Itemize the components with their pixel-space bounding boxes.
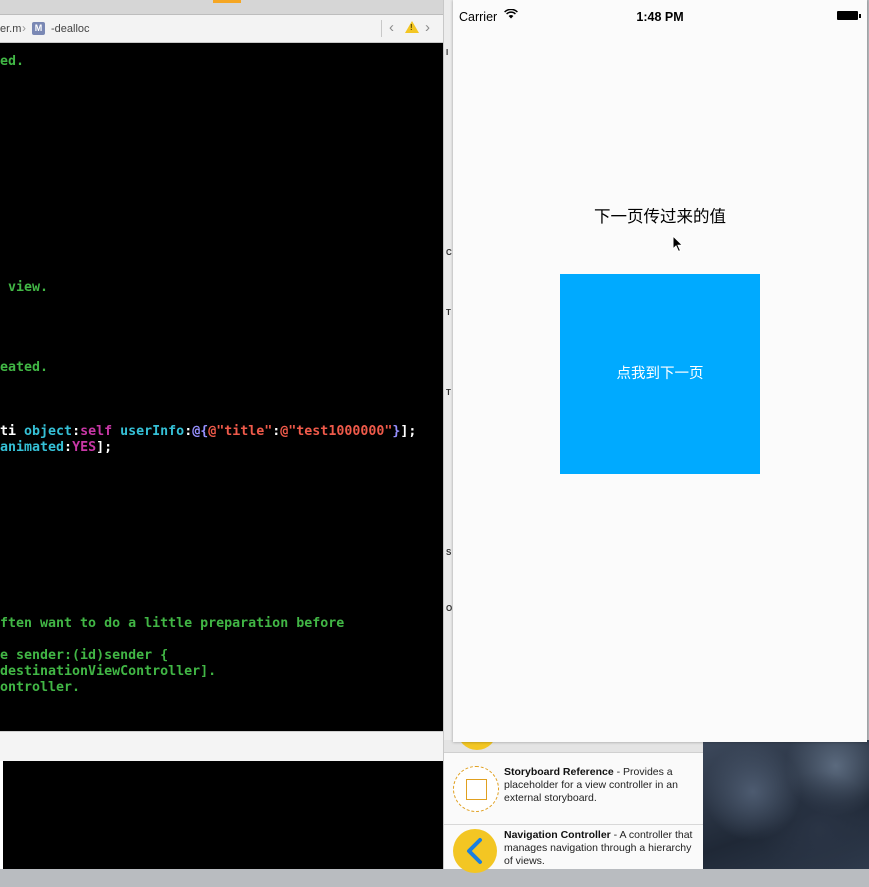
code-token: ti xyxy=(0,424,25,439)
object-library: Storyboard Reference - Provides a placeh… xyxy=(443,710,704,873)
desktop-wallpaper xyxy=(703,740,869,869)
jump-bar-file[interactable]: er.m xyxy=(0,23,21,35)
inspector-letter: I xyxy=(446,48,449,57)
code-token: object xyxy=(24,424,73,439)
code-token: : xyxy=(72,424,81,439)
warning-glyph: ! xyxy=(410,23,413,32)
status-bar: Carrier 1:48 PM xyxy=(453,0,867,32)
code-token: ften want to do a little preparation bef… xyxy=(0,616,345,631)
code-line: ontroller. xyxy=(0,680,80,696)
jump-bar-method[interactable]: -dealloc xyxy=(51,23,90,35)
inspector-letter: T xyxy=(446,388,451,397)
code-token: @"title" xyxy=(208,424,273,439)
code-line: e sender:(id)sender { xyxy=(0,648,168,664)
inspector-letter: O xyxy=(446,604,453,613)
code-line: ti object:self userInfo:@{@"title":@"tes… xyxy=(0,424,416,440)
console-output[interactable] xyxy=(3,761,443,869)
code-line: eated. xyxy=(0,360,48,376)
code-token: : xyxy=(184,424,193,439)
status-time: 1:48 PM xyxy=(636,10,684,24)
code-token: e sender:(id)sender { xyxy=(0,648,169,663)
code-token: @"test1000000" xyxy=(280,424,393,439)
library-item-text: Navigation Controller - A controller tha… xyxy=(504,829,694,868)
library-item-storyboard-reference[interactable]: Storyboard Reference - Provides a placeh… xyxy=(444,762,704,825)
code-token: ]; xyxy=(96,440,113,455)
code-token: eated. xyxy=(0,360,49,375)
code-token: ]; xyxy=(400,424,417,439)
code-editor[interactable]: ed. view. eated. ti object:self userInfo:@… xyxy=(0,43,443,731)
chevron-right-nav-icon[interactable]: › xyxy=(425,19,430,36)
code-token: animated xyxy=(0,440,65,455)
ios-simulator-screen: Carrier 1:48 PM 下一页传过来的值 点我到下一页 xyxy=(453,0,867,742)
code-token: ed. xyxy=(0,54,25,69)
code-token: self xyxy=(80,424,113,439)
navigation-controller-icon xyxy=(453,829,497,873)
chevron-right-icon: › xyxy=(22,21,26,35)
debug-console xyxy=(0,761,443,869)
editor-tab-strip xyxy=(0,0,443,15)
method-icon: M xyxy=(32,22,45,35)
mouse-pointer-icon xyxy=(672,235,684,253)
code-line: ften want to do a little preparation bef… xyxy=(0,616,344,632)
go-to-next-page-button[interactable]: 点我到下一页 xyxy=(560,274,760,474)
active-tab-indicator xyxy=(213,0,241,3)
jump-bar: er.m › M -dealloc ‹ ! › xyxy=(0,15,443,43)
inspector-letter: T xyxy=(446,308,451,317)
library-item-title: Storyboard Reference xyxy=(504,766,614,778)
xcode-editor: er.m › M -dealloc ‹ ! › ed. view. eated. t… xyxy=(0,0,443,869)
library-item-title: Navigation Controller xyxy=(504,829,611,841)
chevron-left-icon[interactable]: ‹ xyxy=(389,19,394,36)
storyboard-reference-icon xyxy=(453,766,499,812)
code-line: ed. xyxy=(0,54,24,70)
code-token: destinationViewController]. xyxy=(0,664,217,679)
code-token: ontroller. xyxy=(0,680,81,695)
warning-icon[interactable]: ! xyxy=(405,21,419,33)
jump-bar-divider xyxy=(381,20,382,37)
inspector-letter: S xyxy=(446,548,452,557)
editor-bottom-bar xyxy=(0,731,443,762)
code-token: @{ xyxy=(192,424,209,439)
passed-value-label: 下一页传过来的值 xyxy=(594,208,726,226)
library-item-navigation-controller[interactable]: Navigation Controller - A controller tha… xyxy=(444,825,704,887)
inspector-letter: C xyxy=(446,248,452,257)
code-token: YES xyxy=(72,440,97,455)
code-token: userInfo xyxy=(120,424,185,439)
code-line: view. xyxy=(0,280,48,296)
code-token: : xyxy=(64,440,73,455)
code-line: destinationViewController]. xyxy=(0,664,216,680)
battery-icon xyxy=(837,11,861,20)
code-line: animated:YES]; xyxy=(0,440,112,456)
library-item-text: Storyboard Reference - Provides a placeh… xyxy=(504,766,694,805)
code-token: view. xyxy=(0,280,49,295)
